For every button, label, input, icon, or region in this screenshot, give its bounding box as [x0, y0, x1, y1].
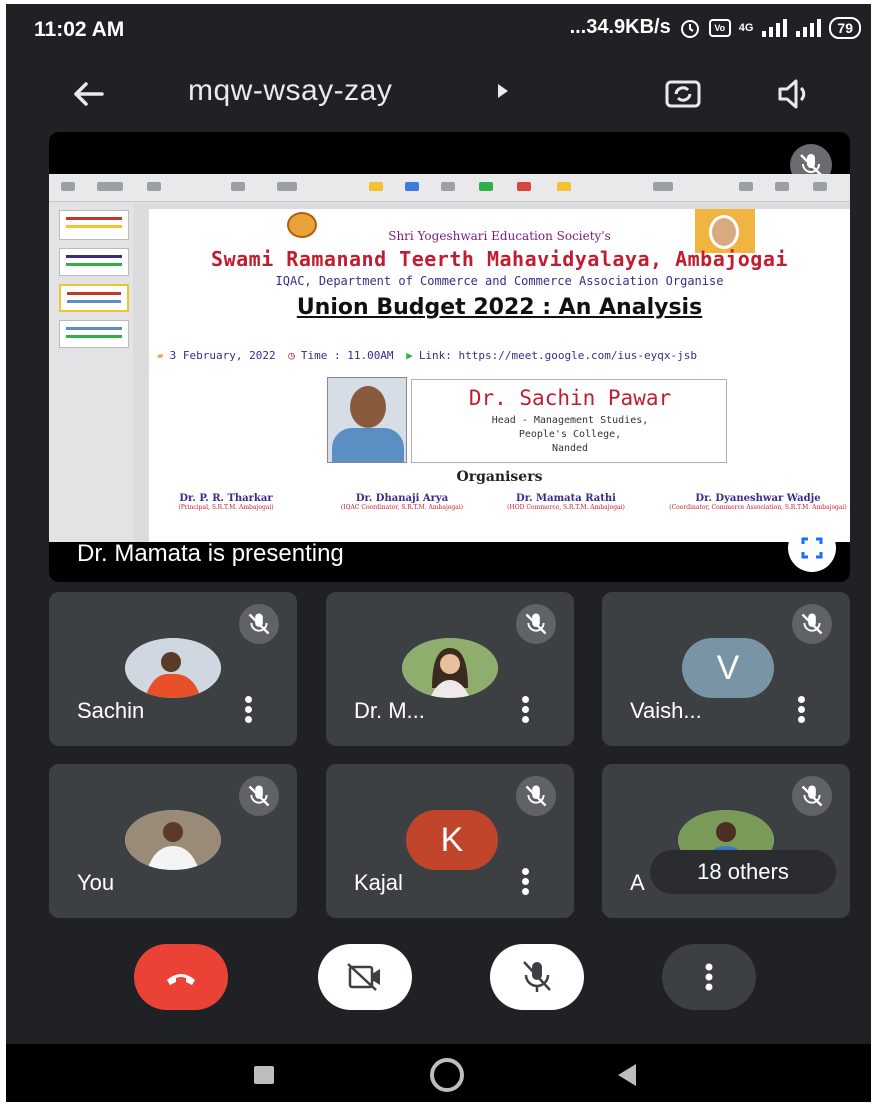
participant-tile[interactable]: A 18 others [602, 764, 850, 918]
camera-toggle-button[interactable] [318, 944, 412, 1010]
more-options-icon[interactable] [243, 696, 253, 724]
meeting-code[interactable]: mqw-wsay-zay [188, 74, 392, 108]
back-icon[interactable] [618, 1064, 636, 1086]
event-link: Link: https://meet.google.com/ius-eyqx-j… [418, 349, 697, 362]
slide-thumbnail[interactable] [59, 248, 129, 276]
avatar-initial: V [682, 638, 774, 698]
mic-off-icon [239, 776, 279, 816]
organiser: Dr. Dyaneshwar Wadje (Coordinator, Comme… [669, 493, 847, 511]
keynote-toolbar [49, 174, 850, 202]
shared-screen: Shri Yogeshwari Education Society's Swam… [49, 174, 850, 542]
participant-name: You [77, 870, 115, 895]
fullscreen-button[interactable] [788, 524, 836, 572]
participant-name: Kajal [354, 870, 403, 895]
organisers-heading: Organisers [456, 469, 543, 485]
event-time: Time : 11.00AM [300, 349, 394, 362]
more-vertical-icon [705, 963, 713, 991]
volte-icon: Vo [708, 18, 731, 37]
participant-name: Sachin [77, 698, 145, 723]
more-options-button[interactable] [662, 944, 756, 1010]
signal-icon [762, 18, 788, 37]
more-options-icon[interactable] [796, 696, 806, 724]
participant-tile[interactable]: Dr. M... [326, 592, 574, 746]
more-options-icon[interactable] [520, 868, 530, 896]
mic-off-icon [516, 776, 556, 816]
status-bar: 11:02 AM ...34.9KB/s Vo 4G 79 [6, 4, 871, 54]
microphone-toggle-button[interactable] [490, 944, 584, 1010]
college-name: Swami Ramanand Teerth Mahavidyalaya, Amb… [211, 247, 788, 271]
society-name: Shri Yogeshwari Education Society's [388, 229, 611, 243]
recent-apps-icon[interactable] [254, 1066, 274, 1084]
others-count-badge[interactable]: 18 others [650, 850, 836, 894]
mic-off-icon [792, 776, 832, 816]
participant-tile[interactable]: K Kajal [326, 764, 574, 918]
home-icon[interactable] [430, 1058, 464, 1092]
avatar [402, 638, 498, 698]
fullscreen-icon [801, 537, 823, 559]
system-navigation-bar [6, 1044, 871, 1102]
status-icons: ...34.9KB/s Vo 4G 79 [570, 16, 861, 39]
organiser-line: IQAC, Department of Commerce and Commerc… [275, 274, 724, 288]
avatar [125, 638, 221, 698]
slide-thumbnail[interactable] [59, 210, 129, 240]
participant-tile[interactable]: You [49, 764, 297, 918]
participant-name: A [630, 870, 645, 895]
organiser: Dr. Dhanaji Arya (IQAC Coordinator, S.R.… [340, 493, 464, 511]
slide-thumbnail-selected[interactable] [59, 284, 129, 312]
alarm-icon [680, 19, 699, 38]
event-details: ▰ 3 February, 2022 ◷ Time : 11.00AM ▶ Link:… [157, 349, 697, 362]
meeting-details-caret-icon[interactable] [498, 84, 508, 98]
switch-camera-icon[interactable] [662, 74, 704, 114]
battery-icon: 79 [829, 16, 861, 39]
network-speed: ...34.9KB/s [569, 16, 671, 38]
avatar [125, 810, 221, 870]
back-arrow-icon[interactable] [66, 72, 110, 116]
status-time: 11:02 AM [34, 18, 125, 41]
mic-off-icon [239, 604, 279, 644]
presentation-tile[interactable]: Shri Yogeshwari Education Society's Swam… [49, 132, 850, 582]
speaker-name: Dr. Sachin Pawar [468, 386, 672, 410]
signal-icon-2 [796, 18, 822, 37]
participant-tile[interactable]: V Vaish... [602, 592, 850, 746]
speaker-box: Dr. Sachin Pawar Head - Management Studi… [411, 379, 727, 463]
meeting-header: mqw-wsay-zay [6, 62, 871, 126]
mic-off-icon [792, 604, 832, 644]
slide-thumbnails[interactable] [49, 202, 133, 542]
organisers-list: Dr. P. R. Tharkar (Principal, S.R.T.M. A… [149, 493, 850, 533]
signal-label: 4G [738, 21, 754, 34]
speaker-photo [327, 377, 407, 463]
end-call-button[interactable] [134, 944, 228, 1010]
event-date: 3 February, 2022 [169, 349, 276, 362]
participant-name: Dr. M... [354, 698, 425, 723]
meet-screen: 11:02 AM ...34.9KB/s Vo 4G 79 mqw-wsay-z… [6, 4, 871, 1102]
participant-tile[interactable]: Sachin [49, 592, 297, 746]
more-options-icon[interactable] [520, 696, 530, 724]
organiser: Dr. Mamata Rathi (HOD Commerce, S.R.T.M.… [507, 493, 625, 511]
mic-off-icon [516, 604, 556, 644]
slide-thumbnail[interactable] [59, 320, 129, 348]
hang-up-icon [167, 974, 195, 985]
mic-off-icon [523, 961, 551, 992]
speaker-role: Head - Management Studies, People's Coll… [491, 415, 649, 454]
organiser: Dr. P. R. Tharkar (Principal, S.R.T.M. A… [178, 493, 274, 511]
speaker-icon[interactable] [774, 74, 816, 114]
camera-off-icon [347, 963, 380, 991]
presenting-label: Dr. Mamata is presenting [77, 540, 344, 567]
event-title: Union Budget 2022 : An Analysis [296, 295, 703, 320]
avatar-initial: K [406, 810, 498, 870]
participant-name: Vaish... [630, 698, 702, 723]
event-poster: Shri Yogeshwari Education Society's Swam… [149, 209, 850, 542]
